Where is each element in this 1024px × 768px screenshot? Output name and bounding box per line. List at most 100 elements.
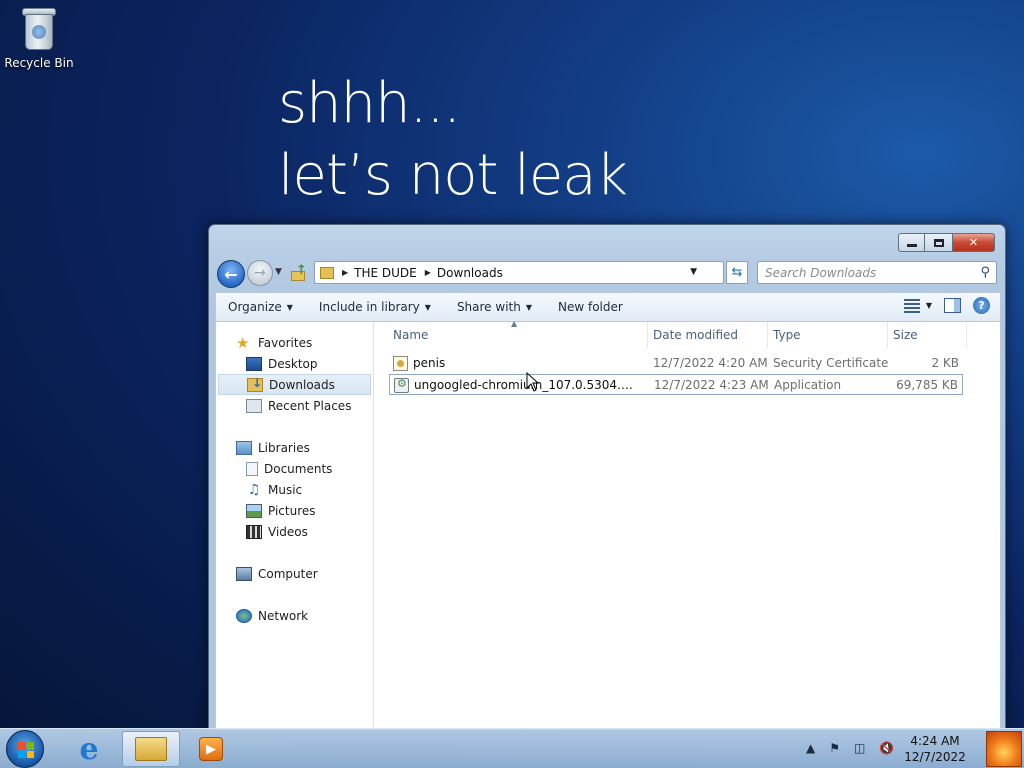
recycle-bin-icon	[22, 6, 56, 52]
file-size: 2 KB	[931, 356, 959, 370]
nav-libraries-label: Libraries	[258, 440, 310, 455]
volume-muted-icon[interactable]: 🔇	[879, 741, 894, 755]
chevron-down-icon: ▼	[525, 302, 532, 312]
address-bar[interactable]: ▶ THE DUDE ▶ Downloads ▼	[314, 261, 724, 284]
action-center-flag-icon[interactable]: ⚑	[829, 741, 840, 755]
up-folder-button[interactable]: ↑	[291, 263, 307, 281]
preview-pane-icon[interactable]	[944, 298, 961, 313]
file-date: 12/7/2022 4:20 AM	[653, 356, 768, 370]
minimize-button[interactable]	[898, 233, 925, 252]
refresh-icon: ⇆	[731, 265, 743, 280]
chevron-down-icon: ▼	[286, 302, 293, 312]
nav-computer[interactable]: Computer	[216, 563, 373, 584]
taskbar-internet-explorer[interactable]: e	[60, 731, 118, 767]
close-button[interactable]: ✕	[952, 233, 995, 252]
application-icon	[394, 377, 409, 393]
address-dropdown-icon[interactable]: ▼	[690, 267, 697, 277]
nav-documents-label: Documents	[264, 461, 333, 476]
nav-network[interactable]: Network	[216, 605, 373, 626]
videos-icon	[246, 524, 262, 539]
organize-label: Organize	[228, 300, 282, 314]
recent-places-icon	[246, 398, 262, 413]
details-view-icon	[903, 298, 920, 313]
recycle-bin-label: Recycle Bin	[4, 56, 74, 70]
music-icon: ♫	[247, 481, 261, 498]
share-with-button[interactable]: Share with ▼	[457, 300, 532, 314]
clock-date: 12/7/2022	[904, 750, 966, 764]
clock-time: 4:24 AM	[910, 734, 960, 748]
taskbar-media-player[interactable]: ▶	[182, 731, 240, 767]
nav-downloads-label: Downloads	[269, 377, 335, 392]
search-input[interactable]: Search Downloads ⚲	[757, 261, 997, 284]
nav-item-recent-places[interactable]: Recent Places	[216, 395, 373, 416]
nav-network-label: Network	[258, 608, 309, 623]
change-view-button[interactable]: ▼	[903, 298, 932, 313]
nav-item-downloads[interactable]: Downloads	[218, 374, 371, 395]
file-row-penis[interactable]: penis 12/7/2022 4:20 AM Security Certifi…	[389, 353, 963, 374]
search-placeholder: Search Downloads	[765, 266, 877, 280]
maximize-icon	[933, 238, 944, 247]
minimize-icon	[906, 244, 917, 247]
file-type: Security Certificate	[773, 356, 889, 370]
wallpaper-text-line2: let’s not leak	[278, 143, 628, 208]
breadcrumb-chevron-icon: ▶	[342, 268, 349, 277]
include-in-library-button[interactable]: Include in library ▼	[319, 300, 431, 314]
windows-explorer-icon	[135, 737, 167, 761]
nav-item-desktop[interactable]: Desktop	[216, 353, 373, 374]
column-type[interactable]: Type	[773, 328, 801, 342]
nav-favorites[interactable]: ★ Favorites	[216, 332, 373, 353]
nav-item-videos[interactable]: Videos	[216, 521, 373, 542]
folder-icon	[320, 266, 334, 279]
back-button[interactable]: ←	[217, 260, 245, 288]
new-folder-button[interactable]: New folder	[558, 300, 623, 314]
navigation-pane: ★ Favorites Desktop Downloads Recent Plac…	[216, 322, 374, 729]
column-size[interactable]: Size	[893, 328, 918, 342]
organize-button[interactable]: Organize ▼	[228, 300, 293, 314]
search-icon[interactable]: ⚲	[980, 265, 990, 280]
refresh-button[interactable]: ⇆	[726, 261, 748, 284]
taskbar: e ▶ ▲ ⚑ ◫ 🔇 4:24 AM 12/7/2022	[0, 728, 1024, 768]
maximize-button[interactable]	[925, 233, 952, 252]
downloads-icon	[247, 376, 263, 392]
nav-videos-label: Videos	[268, 524, 308, 539]
column-date-modified[interactable]: Date modified	[653, 328, 738, 342]
nav-item-music[interactable]: ♫ Music	[216, 479, 373, 500]
system-clock[interactable]: 4:24 AM 12/7/2022	[904, 733, 966, 765]
libraries-icon	[236, 440, 252, 455]
column-name[interactable]: Name	[393, 328, 428, 342]
network-status-icon[interactable]: ◫	[854, 741, 865, 755]
breadcrumb-downloads[interactable]: Downloads	[437, 266, 503, 280]
chevron-down-icon: ▼	[925, 301, 932, 310]
explorer-window: ✕ ← → ▼ ↑ ▶ THE DUDE ▶ Downloads ▼ ⇆ Sea…	[208, 224, 1006, 730]
star-icon: ★	[236, 333, 250, 352]
user-tile-show-desktop[interactable]	[986, 731, 1022, 767]
command-bar: Organize ▼ Include in library ▼ Share with…	[215, 292, 1001, 322]
file-row-ungoogled-chromium[interactable]: ungoogled-chromium_107.0.5304.88-1.1... …	[389, 374, 963, 395]
windows-logo-icon	[18, 742, 34, 758]
recycle-bin[interactable]: Recycle Bin	[4, 6, 74, 70]
back-arrow-icon: ←	[224, 264, 238, 284]
nav-music-label: Music	[268, 482, 303, 497]
nav-recent-places-label: Recent Places	[268, 398, 352, 413]
file-list: ▲ Name Date modified Type Size penis 12/…	[375, 319, 1000, 729]
start-button[interactable]	[6, 730, 44, 768]
forward-button[interactable]: →	[247, 260, 273, 286]
nav-item-pictures[interactable]: Pictures	[216, 500, 373, 521]
nav-desktop-label: Desktop	[268, 356, 318, 371]
documents-icon	[246, 461, 258, 476]
breadcrumb-the-dude[interactable]: THE DUDE	[354, 266, 417, 280]
taskbar-windows-explorer[interactable]	[122, 731, 180, 767]
recent-pages-dropdown[interactable]: ▼	[275, 267, 282, 277]
show-hidden-icons-icon[interactable]: ▲	[806, 741, 815, 755]
sort-ascending-icon: ▲	[511, 319, 518, 328]
nav-libraries[interactable]: Libraries	[216, 437, 373, 458]
wallpaper-text-line1: shhh...	[278, 71, 461, 136]
system-tray: ▲ ⚑ ◫ 🔇	[806, 741, 894, 755]
pictures-icon	[246, 503, 262, 518]
help-icon[interactable]: ?	[973, 297, 990, 314]
nav-item-documents[interactable]: Documents	[216, 458, 373, 479]
new-folder-label: New folder	[558, 300, 623, 314]
chevron-down-icon: ▼	[424, 302, 431, 312]
forward-arrow-icon: →	[254, 265, 266, 281]
network-icon	[236, 608, 252, 623]
